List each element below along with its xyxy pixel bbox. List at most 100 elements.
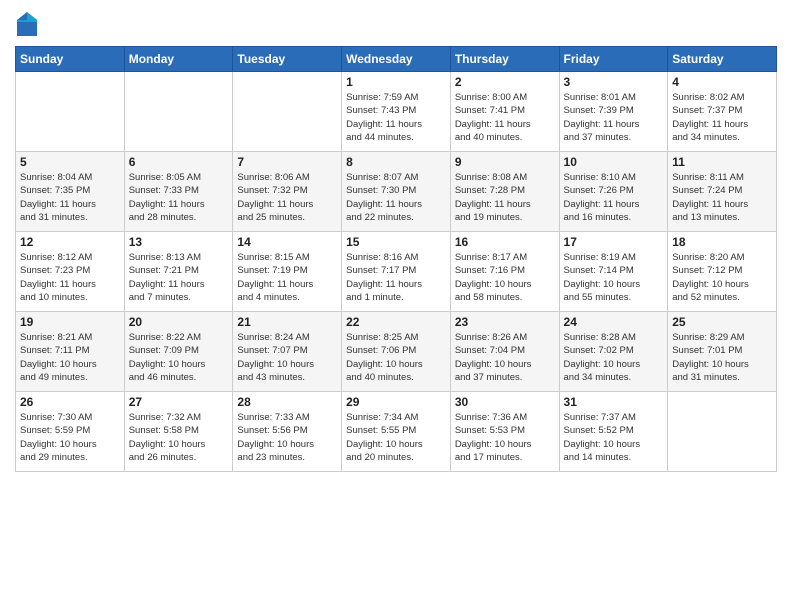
calendar-cell: 20 Sunrise: 8:22 AMSunset: 7:09 PMDayligh… [124, 312, 233, 392]
day-info: Sunrise: 8:02 AMSunset: 7:37 PMDaylight:… [672, 91, 772, 144]
calendar-cell [16, 72, 125, 152]
calendar-cell: 6 Sunrise: 8:05 AMSunset: 7:33 PMDaylight… [124, 152, 233, 232]
day-info: Sunrise: 7:32 AMSunset: 5:58 PMDaylight:… [129, 411, 229, 464]
calendar-cell: 3Sunrise: 8:01 AMSunset: 7:39 PMDaylight… [559, 72, 668, 152]
day-number: 7 [237, 155, 337, 169]
weekday-row: SundayMondayTuesdayWednesdayThursdayFrid… [16, 47, 777, 72]
day-number: 24 [564, 315, 664, 329]
day-info: Sunrise: 8:25 AMSunset: 7:06 PMDaylight:… [346, 331, 446, 384]
weekday-header-tuesday: Tuesday [233, 47, 342, 72]
calendar-cell: 2Sunrise: 8:00 AMSunset: 7:41 PMDaylight… [450, 72, 559, 152]
calendar-cell: 8 Sunrise: 8:07 AMSunset: 7:30 PMDaylight… [342, 152, 451, 232]
day-info: Sunrise: 8:05 AMSunset: 7:33 PMDaylight:… [129, 171, 229, 224]
calendar-week-1: 1 Sunrise: 7:59 AMSunset: 7:43 PMDaylight… [16, 72, 777, 152]
calendar-cell: 21Sunrise: 8:24 AMSunset: 7:07 PMDayligh… [233, 312, 342, 392]
day-number: 19 [20, 315, 120, 329]
day-info: Sunrise: 7:59 AMSunset: 7:43 PMDaylight:… [346, 91, 446, 144]
weekday-header-thursday: Thursday [450, 47, 559, 72]
calendar-cell: 31Sunrise: 7:37 AMSunset: 5:52 PMDayligh… [559, 392, 668, 472]
day-number: 9 [455, 155, 555, 169]
day-info: Sunrise: 8:04 AMSunset: 7:35 PMDaylight:… [20, 171, 120, 224]
day-number: 5 [20, 155, 120, 169]
day-info: Sunrise: 8:21 AMSunset: 7:11 PMDaylight:… [20, 331, 120, 384]
page: SundayMondayTuesdayWednesdayThursdayFrid… [0, 0, 792, 612]
day-info: Sunrise: 8:28 AMSunset: 7:02 PMDaylight:… [564, 331, 664, 384]
calendar-cell: 26 Sunrise: 7:30 AMSunset: 5:59 PMDayligh… [16, 392, 125, 472]
day-number: 21 [237, 315, 337, 329]
day-info: Sunrise: 8:10 AMSunset: 7:26 PMDaylight:… [564, 171, 664, 224]
calendar-cell: 13Sunrise: 8:13 AMSunset: 7:21 PMDayligh… [124, 232, 233, 312]
logo-icon [15, 10, 39, 38]
day-number: 29 [346, 395, 446, 409]
day-info: Sunrise: 8:08 AMSunset: 7:28 PMDaylight:… [455, 171, 555, 224]
calendar-cell: 7 Sunrise: 8:06 AMSunset: 7:32 PMDaylight… [233, 152, 342, 232]
day-number: 8 [346, 155, 446, 169]
day-number: 16 [455, 235, 555, 249]
day-info: Sunrise: 8:11 AMSunset: 7:24 PMDaylight:… [672, 171, 772, 224]
day-info: Sunrise: 8:01 AMSunset: 7:39 PMDaylight:… [564, 91, 664, 144]
day-info: Sunrise: 8:20 AMSunset: 7:12 PMDaylight:… [672, 251, 772, 304]
calendar-table: SundayMondayTuesdayWednesdayThursdayFrid… [15, 46, 777, 472]
weekday-header-sunday: Sunday [16, 47, 125, 72]
calendar-cell [668, 392, 777, 472]
calendar-cell: 10 Sunrise: 8:10 AMSunset: 7:26 PMDayligh… [559, 152, 668, 232]
day-number: 6 [129, 155, 229, 169]
day-info: Sunrise: 8:15 AMSunset: 7:19 PMDaylight:… [237, 251, 337, 304]
day-info: Sunrise: 8:19 AMSunset: 7:14 PMDaylight:… [564, 251, 664, 304]
day-number: 15 [346, 235, 446, 249]
day-number: 20 [129, 315, 229, 329]
calendar-cell: 5 Sunrise: 8:04 AMSunset: 7:35 PMDaylight… [16, 152, 125, 232]
calendar-cell: 28 Sunrise: 7:33 AMSunset: 5:56 PMDayligh… [233, 392, 342, 472]
day-number: 14 [237, 235, 337, 249]
day-info: Sunrise: 8:22 AMSunset: 7:09 PMDaylight:… [129, 331, 229, 384]
day-number: 11 [672, 155, 772, 169]
calendar-cell: 29Sunrise: 7:34 AMSunset: 5:55 PMDayligh… [342, 392, 451, 472]
calendar-cell: 27 Sunrise: 7:32 AMSunset: 5:58 PMDayligh… [124, 392, 233, 472]
calendar-week-5: 26 Sunrise: 7:30 AMSunset: 5:59 PMDayligh… [16, 392, 777, 472]
calendar-cell: 22 Sunrise: 8:25 AMSunset: 7:06 PMDayligh… [342, 312, 451, 392]
day-number: 23 [455, 315, 555, 329]
logo [15, 10, 43, 38]
calendar-cell: 11 Sunrise: 8:11 AMSunset: 7:24 PMDayligh… [668, 152, 777, 232]
calendar-week-3: 12 Sunrise: 8:12 AMSunset: 7:23 PMDayligh… [16, 232, 777, 312]
day-info: Sunrise: 8:07 AMSunset: 7:30 PMDaylight:… [346, 171, 446, 224]
weekday-header-friday: Friday [559, 47, 668, 72]
day-number: 22 [346, 315, 446, 329]
calendar-cell: 12 Sunrise: 8:12 AMSunset: 7:23 PMDayligh… [16, 232, 125, 312]
header [15, 10, 777, 38]
day-info: Sunrise: 8:12 AMSunset: 7:23 PMDaylight:… [20, 251, 120, 304]
day-info: Sunrise: 8:16 AMSunset: 7:17 PMDaylight:… [346, 251, 446, 304]
day-number: 10 [564, 155, 664, 169]
day-number: 17 [564, 235, 664, 249]
calendar-cell: 16 Sunrise: 8:17 AMSunset: 7:16 PMDayligh… [450, 232, 559, 312]
calendar-header: SundayMondayTuesdayWednesdayThursdayFrid… [16, 47, 777, 72]
day-number: 28 [237, 395, 337, 409]
day-number: 12 [20, 235, 120, 249]
day-info: Sunrise: 8:26 AMSunset: 7:04 PMDaylight:… [455, 331, 555, 384]
day-info: Sunrise: 8:17 AMSunset: 7:16 PMDaylight:… [455, 251, 555, 304]
calendar-cell: 24 Sunrise: 8:28 AMSunset: 7:02 PMDayligh… [559, 312, 668, 392]
weekday-header-wednesday: Wednesday [342, 47, 451, 72]
day-number: 26 [20, 395, 120, 409]
day-number: 1 [346, 75, 446, 89]
calendar-body: 1 Sunrise: 7:59 AMSunset: 7:43 PMDaylight… [16, 72, 777, 472]
calendar-cell: 25Sunrise: 8:29 AMSunset: 7:01 PMDayligh… [668, 312, 777, 392]
calendar-week-2: 5 Sunrise: 8:04 AMSunset: 7:35 PMDaylight… [16, 152, 777, 232]
day-info: Sunrise: 7:33 AMSunset: 5:56 PMDaylight:… [237, 411, 337, 464]
calendar-cell: 17 Sunrise: 8:19 AMSunset: 7:14 PMDayligh… [559, 232, 668, 312]
day-info: Sunrise: 7:37 AMSunset: 5:52 PMDaylight:… [564, 411, 664, 464]
day-number: 2 [455, 75, 555, 89]
calendar-cell: 1 Sunrise: 7:59 AMSunset: 7:43 PMDaylight… [342, 72, 451, 152]
calendar-week-4: 19 Sunrise: 8:21 AMSunset: 7:11 PMDayligh… [16, 312, 777, 392]
calendar-cell: 14 Sunrise: 8:15 AMSunset: 7:19 PMDayligh… [233, 232, 342, 312]
day-info: Sunrise: 7:30 AMSunset: 5:59 PMDaylight:… [20, 411, 120, 464]
day-number: 18 [672, 235, 772, 249]
calendar-cell: 23 Sunrise: 8:26 AMSunset: 7:04 PMDayligh… [450, 312, 559, 392]
day-number: 4 [672, 75, 772, 89]
day-number: 13 [129, 235, 229, 249]
calendar-cell [233, 72, 342, 152]
day-info: Sunrise: 8:06 AMSunset: 7:32 PMDaylight:… [237, 171, 337, 224]
calendar-cell: 18 Sunrise: 8:20 AMSunset: 7:12 PMDayligh… [668, 232, 777, 312]
day-number: 27 [129, 395, 229, 409]
calendar-cell: 19 Sunrise: 8:21 AMSunset: 7:11 PMDayligh… [16, 312, 125, 392]
